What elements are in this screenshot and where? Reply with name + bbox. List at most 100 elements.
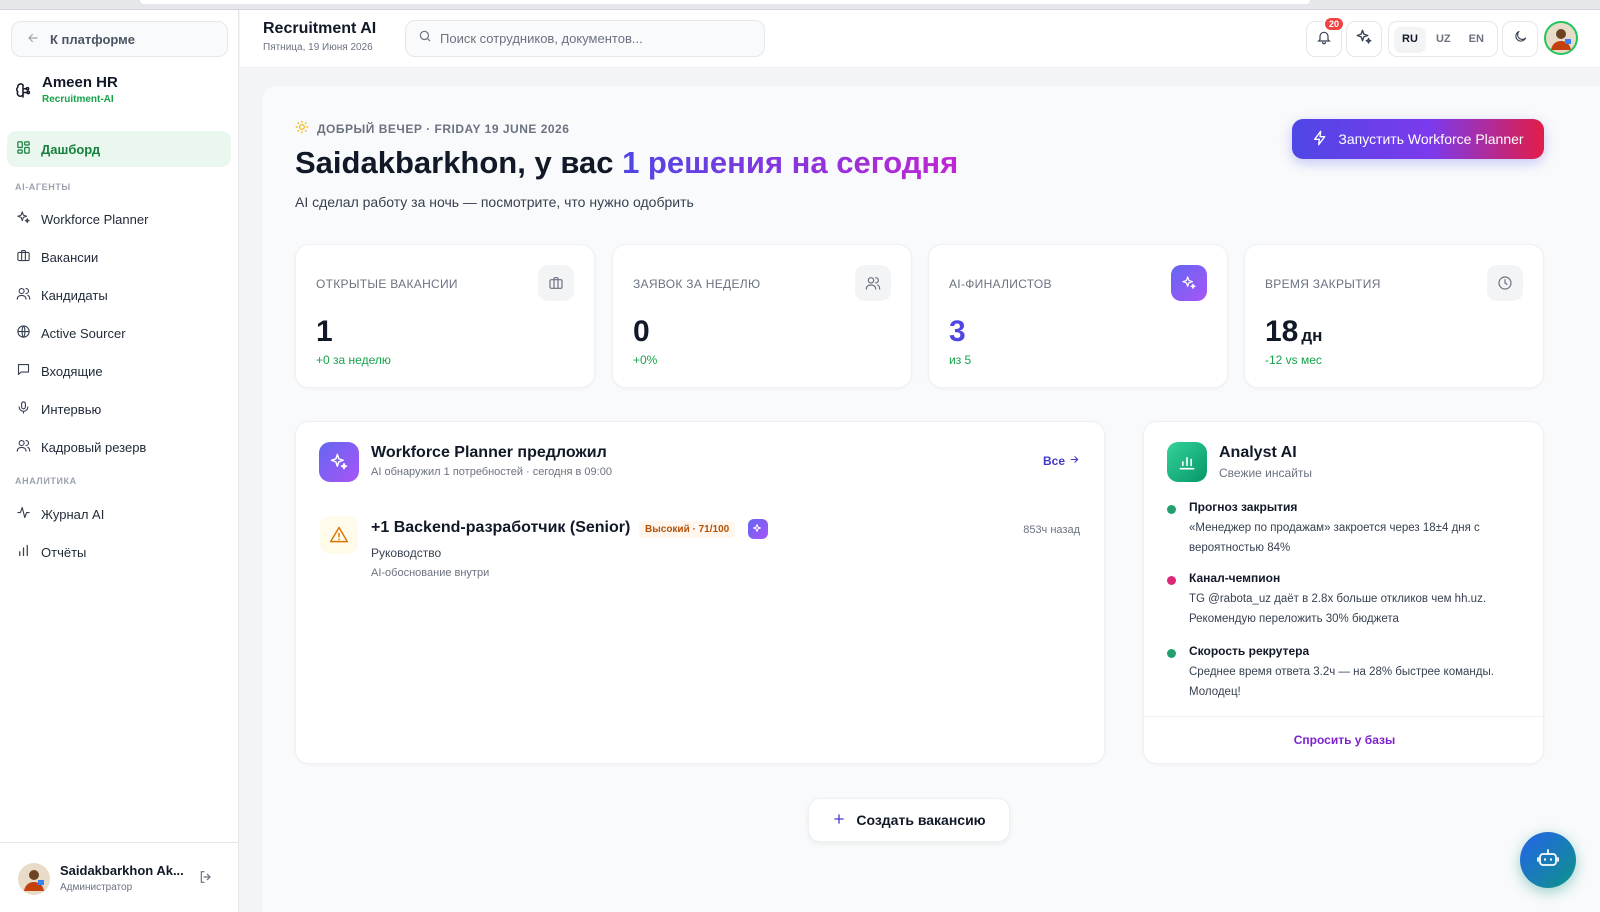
card-divider — [1144, 716, 1545, 717]
browser-tab-edge — [140, 0, 1310, 4]
notifications-button[interactable]: 20 — [1306, 16, 1345, 57]
bar-chart-icon — [1167, 442, 1207, 482]
insight-title: Скорость рекрутера — [1189, 644, 1310, 658]
insight-body: Среднее время ответа 3.2ч — на 28% быстр… — [1189, 666, 1494, 698]
section-label-analytics: АНАЛИТИКА — [15, 476, 77, 486]
greeting-row: ДОБРЫЙ ВЕЧЕР · FRIDAY 19 JUNE 2026 — [295, 120, 569, 137]
insight-dot — [1167, 505, 1176, 514]
plus-icon — [832, 812, 846, 829]
theme-toggle-button[interactable] — [1502, 21, 1538, 57]
suggestion-time: 853ч назад — [1023, 524, 1080, 536]
sidebar-item-reports[interactable]: Отчёты — [7, 534, 231, 570]
sparkles-icon — [319, 442, 359, 482]
page-subtitle: AI сделал работу за ночь — посмотрите, ч… — [295, 194, 694, 210]
stat-label: ОТКРЫТЫЕ ВАКАНСИИ — [316, 277, 458, 291]
view-all-link[interactable]: Все — [1043, 454, 1080, 468]
back-to-platform-button[interactable]: К платформе — [11, 21, 228, 57]
sidebar-item-candidates[interactable]: Кандидаты — [7, 277, 231, 313]
sidebar-item-vacancies[interactable]: Вакансии — [7, 239, 231, 275]
suggestion-title[interactable]: +1 Backend-разработчик (Senior) — [371, 519, 630, 537]
analyst-card-subtitle: Свежие инсайты — [1219, 466, 1313, 480]
stat-card-ai-finalists[interactable]: AI-ФИНАЛИСТОВ 3 из 5 — [928, 244, 1228, 388]
back-to-platform-label: К платформе — [50, 31, 136, 47]
users-icon — [16, 438, 31, 456]
brand-subtitle: Recruitment-AI — [42, 94, 114, 105]
sparkles-icon — [1171, 265, 1207, 301]
sidebar-item-workforce-planner[interactable]: Workforce Planner — [7, 201, 231, 237]
microphone-icon — [16, 400, 31, 418]
stat-label: ВРЕМЯ ЗАКРЫТИЯ — [1265, 277, 1381, 291]
sparkles-icon — [1355, 28, 1373, 51]
stat-label: ЗАЯВОК ЗА НЕДЕЛЮ — [633, 277, 761, 291]
briefcase-icon — [16, 248, 31, 266]
user-role: Администратор — [60, 882, 133, 893]
stat-card-weekly-applications[interactable]: ЗАЯВОК ЗА НЕДЕЛЮ 0 +0% — [612, 244, 912, 388]
sidebar-item-active-sourcer[interactable]: Active Sourcer — [7, 315, 231, 351]
sidebar-item-label: Входящие — [41, 363, 103, 379]
brain-icon — [14, 82, 32, 105]
stat-card-open-vacancies[interactable]: ОТКРЫТЫЕ ВАКАНСИИ 1 +0 за неделю — [295, 244, 595, 388]
ai-assistant-button[interactable] — [1346, 21, 1382, 57]
priority-badge: Высокий · 71/100 — [639, 521, 736, 538]
stat-value: 3 — [949, 315, 966, 348]
launch-workforce-planner-button[interactable]: Запустить Workforce Planner — [1292, 119, 1544, 159]
browser-top-strip — [0, 0, 1600, 10]
brand-name: Ameen HR — [42, 74, 118, 91]
sidebar-item-label: Журнал AI — [41, 506, 105, 522]
warning-icon — [320, 516, 358, 554]
sparkles-icon — [16, 210, 31, 228]
header-avatar[interactable] — [1544, 21, 1578, 60]
insight-dot — [1167, 649, 1176, 658]
insight-body: TG @rabota_uz даёт в 2.8x больше отклико… — [1189, 593, 1487, 625]
lang-ru-button[interactable]: RU — [1395, 27, 1425, 51]
sidebar-item-inbox[interactable]: Входящие — [7, 353, 231, 389]
sidebar: К платформе Ameen HR Recruitment-AI Дашб… — [0, 10, 239, 912]
create-vacancy-button[interactable]: Создать вакансию — [808, 798, 1010, 842]
stat-value: 1 — [316, 315, 333, 348]
view-all-label: Все — [1042, 454, 1065, 468]
chatbot-button[interactable] — [1520, 832, 1576, 888]
lang-en-button[interactable]: EN — [1462, 27, 1491, 51]
search-bar[interactable] — [405, 20, 765, 57]
analyst-ai-card: Analyst AI Свежие инсайты Прогноз закрыт… — [1143, 421, 1545, 764]
insight-dot — [1167, 576, 1176, 585]
logout-icon[interactable] — [198, 869, 214, 890]
sidebar-item-talent-pool[interactable]: Кадровый резерв — [7, 429, 231, 465]
notifications-badge: 20 — [1322, 16, 1345, 32]
top-header: Recruitment AI Пятница, 19 Июня 2026 20 … — [240, 10, 1600, 68]
message-icon — [16, 362, 31, 380]
suggestion-hint: AI-обоснование внутри — [371, 567, 490, 579]
workforce-card-subtitle: AI обнаружил 1 потребностей · сегодня в … — [371, 466, 612, 478]
lang-uz-button[interactable]: UZ — [1429, 27, 1458, 51]
dashboard-content: ДОБРЫЙ ВЕЧЕР · FRIDAY 19 JUNE 2026 Saida… — [262, 86, 1600, 912]
stat-delta: -12 vs мес — [1265, 353, 1322, 367]
headline-prefix: Saidakbarkhon, у вас — [295, 145, 623, 180]
briefcase-icon — [538, 265, 574, 301]
clock-icon — [1487, 265, 1523, 301]
insight-body: «Менеджер по продажам» закроется через 1… — [1189, 522, 1480, 554]
stat-value: 0 — [633, 315, 650, 348]
greeting-text: ДОБРЫЙ ВЕЧЕР · FRIDAY 19 JUNE 2026 — [317, 121, 570, 136]
sidebar-item-interview[interactable]: Интервью — [7, 391, 231, 427]
sidebar-item-ai-log[interactable]: Журнал AI — [7, 496, 231, 532]
search-input[interactable] — [440, 31, 740, 46]
sidebar-item-dashboard[interactable]: Дашборд — [7, 131, 231, 167]
stat-delta: из 5 — [949, 353, 972, 367]
user-avatar[interactable] — [18, 863, 50, 900]
workforce-card-title: Workforce Planner предложил — [371, 444, 607, 461]
stat-card-time-to-close[interactable]: ВРЕМЯ ЗАКРЫТИЯ 18 дн -12 vs мес — [1244, 244, 1544, 388]
stat-delta: +0% — [633, 353, 658, 367]
app-title: Recruitment AI — [263, 20, 377, 37]
ask-database-link[interactable]: Спросить у базы — [1144, 733, 1545, 747]
globe-icon — [16, 324, 31, 342]
moon-icon — [1513, 29, 1528, 49]
activity-icon — [16, 505, 31, 523]
sidebar-item-label: Кандидаты — [41, 287, 108, 303]
user-name: Saidakbarkhon Ak... — [60, 863, 184, 878]
language-switcher: RU UZ EN — [1388, 21, 1498, 57]
sidebar-item-label: Отчёты — [41, 544, 87, 560]
users-icon — [855, 265, 891, 301]
insight-title: Прогноз закрытия — [1189, 500, 1298, 514]
grid-icon — [16, 140, 31, 158]
search-icon — [418, 29, 432, 48]
